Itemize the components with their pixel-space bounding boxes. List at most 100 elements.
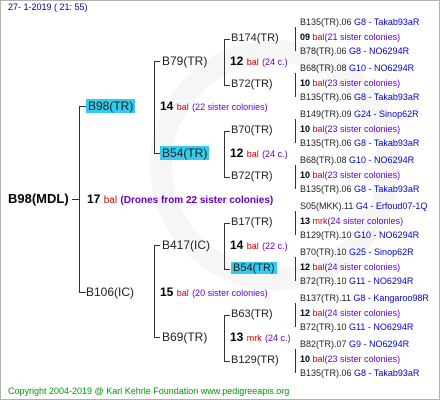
gen3-count: 10 [300, 124, 311, 134]
gen3-name: B63(TR) [231, 308, 273, 320]
gen3-note: (24 sister colonies) [324, 308, 401, 318]
gen3-unit: mrk [312, 216, 328, 226]
gen3-note: (23 sister colonies) [324, 354, 401, 364]
connector [295, 349, 296, 373]
gen4-name: B68(TR).08 [300, 63, 347, 73]
gen4-name: B137(TR).11 [300, 293, 351, 303]
gen3-info: 10 bal(23 sister colonies) [300, 125, 400, 134]
gen2-node: B417(IC) [162, 239, 210, 251]
connector [224, 315, 230, 316]
connector [295, 257, 296, 281]
gen3-node: B70(TR) [231, 125, 273, 136]
gen2-note: (24 c.) [262, 149, 288, 159]
gen4-row: B149(TR).09 G24 - Sinop62R [300, 110, 419, 119]
root-info: 17 bal (Drones from 22 sister colonies) [87, 193, 273, 206]
gen3-count: 10 [300, 78, 311, 88]
gen2-unit: bal [246, 149, 259, 159]
gen3-node: B54(TR) [231, 262, 277, 274]
root-name: B98(MDL) [8, 191, 69, 206]
gen1-count: 15 [160, 285, 174, 299]
gen2-node: B54(TR) [160, 146, 210, 160]
gen3-node: B72(TR) [231, 79, 273, 90]
connector [154, 61, 160, 62]
root-count: 17 [87, 192, 101, 206]
gen2-unit: mrk [246, 333, 262, 343]
gen3-info: 09 bal(21 sister colonies) [300, 33, 400, 42]
connector [224, 361, 230, 362]
gen3-unit: bal [312, 170, 325, 180]
gen4-row: S05(MKK).11 G4 - Erfoud07-1Q [300, 202, 427, 211]
gen4-row: B135(TR).06 G8 - Takab93aR [300, 139, 419, 148]
connector [295, 211, 296, 235]
gen3-info: 10 bal(23 sister colonies) [300, 79, 400, 88]
connector [224, 223, 230, 224]
gen4-name: B72(TR).10 [300, 276, 347, 286]
gen4-name: B78(TR).06 [300, 46, 347, 56]
gen4-name: B135(TR).06 [300, 92, 352, 102]
gen4-row: B72(TR).10 G11 - NO6294R [300, 323, 413, 332]
gen4-code: G11 - NO6294R [349, 322, 414, 332]
gen1-note: (22 sister colonies) [192, 102, 268, 112]
gen1-unit: bal [176, 288, 189, 298]
gen2-count: 12 [230, 146, 244, 160]
gen1-count: 14 [160, 99, 174, 113]
gen2-count: 12 [230, 54, 244, 68]
gen4-code: G11 - NO6294R [349, 276, 414, 286]
gen4-code: G24 - Sinop62R [354, 109, 419, 119]
gen4-code: G8 - Takab93aR [354, 184, 420, 194]
gen2-note: (24 c.) [262, 57, 288, 67]
gen4-row: B68(TR).08 G10 - NO6294R [300, 64, 414, 73]
gen1-name: B98(TR) [86, 99, 136, 113]
gen3-info: 13 mrk(24 sister colonies) [300, 217, 403, 226]
gen3-info: 10 bal(23 sister colonies) [300, 355, 400, 364]
gen4-code: G25 - Sinop62R [349, 247, 414, 257]
gen4-code: G8 - Kangaroo98R [353, 293, 429, 303]
gen4-row: B135(TR).06 G8 - Takab93aR [300, 185, 419, 194]
connector [224, 131, 225, 177]
connector [79, 106, 86, 107]
gen3-unit: bal [312, 32, 325, 42]
gen3-count: 13 [300, 216, 311, 226]
connector [224, 269, 230, 270]
gen4-code: G8 - Takab93aR [354, 92, 420, 102]
gen3-node: B174(TR) [231, 33, 279, 44]
gen4-name: B135(TR).06 [300, 17, 352, 27]
gen3-info: 12 bal(24 sister colonies) [300, 309, 400, 318]
gen4-name: B82(TR).07 [300, 339, 347, 349]
connector [295, 119, 296, 143]
gen2-info: 14 bal (22 c.) [230, 239, 288, 251]
gen1-node: B106(IC) [86, 286, 134, 298]
gen2-name: B417(IC) [162, 238, 211, 252]
connector [224, 223, 225, 269]
gen3-name: B17(TR) [231, 216, 273, 228]
gen1-unit: bal [176, 102, 189, 112]
gen3-unit: bal [312, 262, 325, 272]
gen2-note: (22 c.) [262, 241, 288, 251]
connector [154, 337, 160, 338]
copyright-footer: Copyright 2004-2019 @ Karl Kehrle Founda… [8, 386, 290, 396]
gen3-count: 09 [300, 32, 311, 42]
root-unit: bal [103, 195, 118, 206]
gen4-name: B149(TR).09 [300, 109, 352, 119]
gen2-name: B69(TR) [162, 330, 208, 344]
gen3-name: B54(TR) [231, 262, 277, 274]
gen4-code: G8 - NO6294R [349, 46, 410, 56]
gen4-code: G9 - NO6294R [349, 339, 410, 349]
gen2-info: 13 mrk (24 c.) [230, 331, 291, 343]
gen3-note: (23 sister colonies) [324, 78, 401, 88]
gen3-name: B70(TR) [231, 124, 273, 136]
gen4-row: B72(TR).10 G11 - NO6294R [300, 277, 413, 286]
gen3-node: B17(TR) [231, 217, 273, 228]
gen1-info: 15 bal (20 sister colonies) [160, 286, 268, 298]
gen3-name: B129(TR) [231, 354, 279, 366]
gen4-row: B135(TR).06 G8 - Takab93aR [300, 369, 419, 378]
gen3-node: B129(TR) [231, 355, 279, 366]
gen4-code: G4 - Erfoud07-1Q [355, 201, 428, 211]
gen4-name: B70(TR).10 [300, 247, 347, 257]
connector [224, 131, 230, 132]
gen3-info: 10 bal(23 sister colonies) [300, 171, 400, 180]
gen2-node: B79(TR) [162, 55, 207, 67]
gen3-unit: bal [312, 124, 325, 134]
gen4-name: B72(TR).10 [300, 322, 347, 332]
gen1-node: B98(TR) [86, 99, 136, 113]
